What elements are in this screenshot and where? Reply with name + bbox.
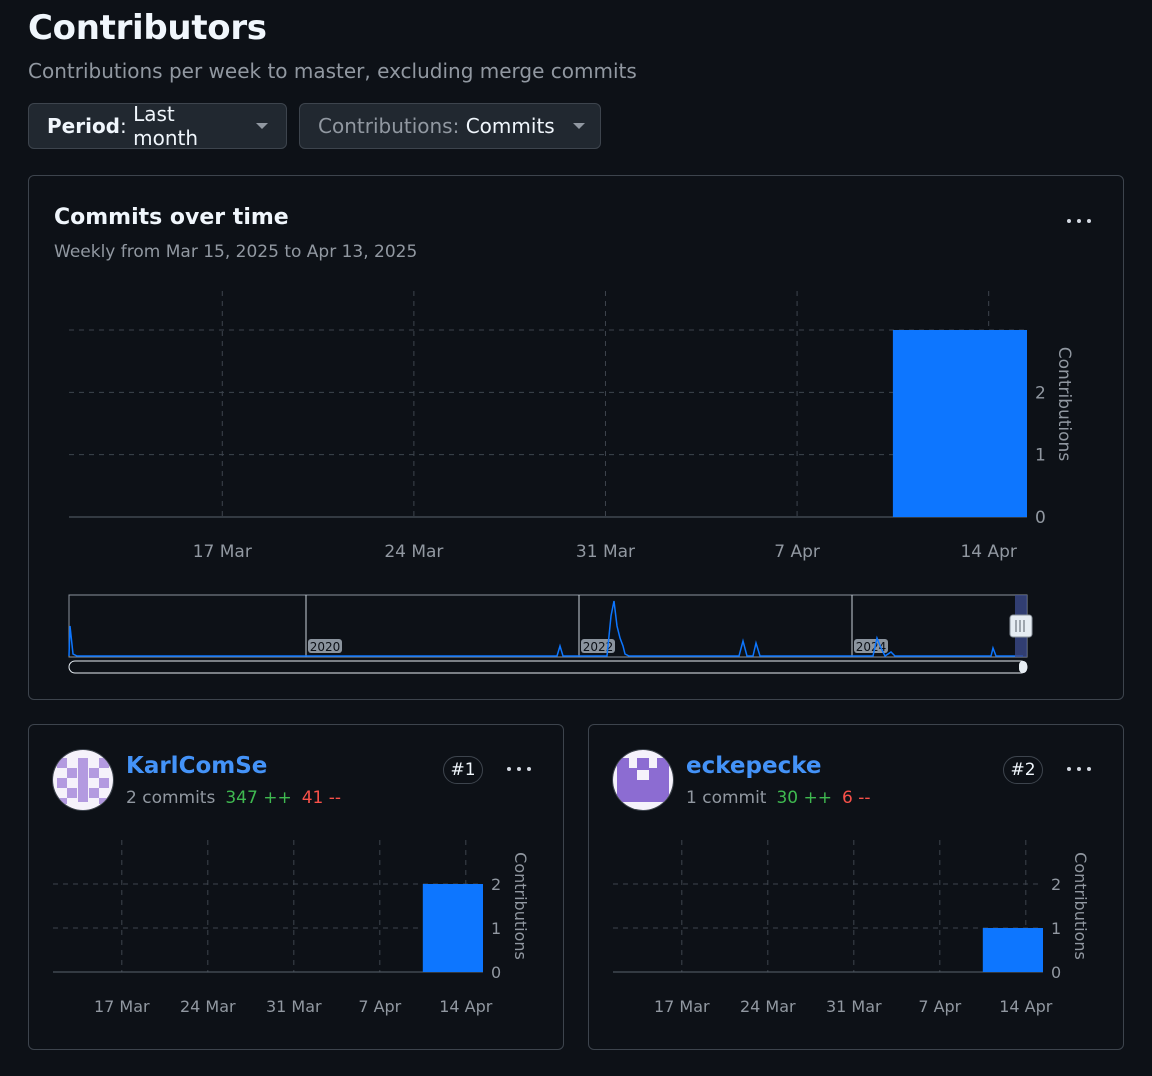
contributor-chart: 17 Mar 24 Mar 31 Mar 7 Apr 14 Apr 0 1 2 Contribu… [613,840,1090,1016]
x-tick-label: 24 Mar [384,542,443,562]
contributions-value: Commits [465,114,555,138]
page-subtitle: Contributions per week to master, exclud… [28,59,637,83]
navigator-handle[interactable] [1009,614,1033,638]
contributions-key: Contributions [318,114,453,138]
x-tick-label: 14 Apr [439,997,493,1016]
navigator-year-label: 2020 [310,640,341,654]
y-tick-label: 1 [1051,919,1061,938]
overview-chart: 17 Mar 24 Mar 31 Mar 7 Apr 14 Apr 0 1 2 Contribu… [68,291,1074,674]
chevron-down-icon [256,123,268,129]
commits-over-time-panel: Commits over time Weekly from Mar 15, 20… [28,175,1124,700]
contributions-dropdown[interactable]: Contributions: Commits [299,103,601,149]
x-tick-label: 31 Mar [576,542,635,562]
navigator-scrollbar[interactable] [68,660,1028,674]
x-tick-label: 24 Mar [180,997,236,1016]
y-tick-label: 1 [1035,446,1046,466]
y-tick-label: 0 [1035,508,1046,528]
x-tick-label: 7 Apr [774,542,820,562]
contributor-card: eckepecke 1 commit 30 ++ 6 -- #2 17 Mar 24 … [588,724,1124,1050]
navigator-scroll-thumb[interactable] [1019,661,1027,673]
y-axis-label: Contributions [1071,852,1090,960]
page-title: Contributors [28,8,267,48]
x-tick-label: 17 Mar [193,542,252,562]
bar [422,884,483,972]
y-tick-label: 1 [491,919,501,938]
bar [892,330,1027,517]
contributor-card: KarlComSe 2 commits 347 ++ 41 -- #1 17 Mar… [28,724,564,1050]
y-axis-label: Contributions [511,852,530,960]
x-tick-label: 7 Apr [918,997,961,1016]
contributor-chart: 17 Mar 24 Mar 31 Mar 7 Apr 14 Apr 0 1 2 Contribu… [53,840,530,1016]
period-key: Period [47,114,120,138]
x-tick-label: 31 Mar [826,997,882,1016]
y-axis-label: Contributions [1054,347,1074,462]
x-tick-label: 17 Mar [654,997,710,1016]
y-tick-label: 2 [491,875,501,894]
bar [982,928,1043,972]
chevron-down-icon [572,123,585,129]
y-tick-label: 2 [1051,875,1061,894]
y-tick-label: 0 [1051,963,1061,982]
period-value: Last month [133,102,199,150]
navigator-year-label: 2024 [856,640,887,654]
x-tick-label: 14 Apr [960,542,1016,562]
x-tick-label: 24 Mar [740,997,796,1016]
period-dropdown[interactable]: Period: Last month [28,102,287,150]
x-tick-label: 31 Mar [266,997,322,1016]
x-tick-label: 14 Apr [999,997,1053,1016]
y-tick-label: 0 [491,963,501,982]
x-tick-label: 17 Mar [94,997,150,1016]
y-tick-label: 2 [1035,383,1046,403]
x-tick-label: 7 Apr [358,997,401,1016]
